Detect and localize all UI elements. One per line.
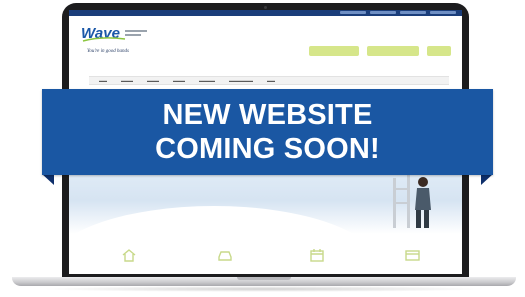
wave-logo-icon: Wave You're in good hands <box>81 25 147 54</box>
banner-fold-right <box>481 174 493 185</box>
calendar-icon[interactable] <box>309 248 325 262</box>
nav-item[interactable]: ▬▬ <box>267 78 275 83</box>
laptop-shadow <box>40 286 488 292</box>
topbar-link[interactable] <box>340 11 366 14</box>
banner-line-2: COMING SOON! <box>155 133 380 165</box>
webcam-icon <box>264 6 267 9</box>
topbar-link[interactable] <box>370 11 396 14</box>
topbar-link[interactable] <box>430 11 456 14</box>
site-topbar <box>69 10 462 16</box>
house-icon[interactable] <box>121 248 137 262</box>
header-button-open-account[interactable] <box>367 46 419 56</box>
nav-item[interactable]: ▬▬▬ <box>121 78 133 83</box>
hero-person-image <box>393 174 431 228</box>
header-button-apply[interactable] <box>427 46 451 56</box>
nav-item[interactable]: ▬▬▬ <box>147 78 159 83</box>
nav-item[interactable]: ▬▬▬ <box>173 78 185 83</box>
banner-fold-left <box>42 174 54 185</box>
car-icon[interactable] <box>217 248 233 262</box>
site-nav: ▬▬ ▬▬▬ ▬▬▬ ▬▬▬ ▬▬▬▬ ▬▬▬▬▬▬ ▬▬ <box>89 76 449 85</box>
card-icon[interactable] <box>405 248 421 262</box>
coming-soon-banner: NEW WEBSITE COMING SOON! <box>42 89 493 175</box>
banner-line-1: NEW WEBSITE <box>162 99 373 131</box>
topbar-links <box>340 11 456 14</box>
nav-item[interactable]: ▬▬▬▬▬▬ <box>229 78 253 83</box>
feature-icons-row <box>69 248 462 268</box>
header-button-online-banking[interactable] <box>309 46 359 56</box>
site-logo[interactable]: Wave You're in good hands <box>81 24 151 60</box>
topbar-link[interactable] <box>400 11 426 14</box>
laptop-base-notch <box>237 277 291 280</box>
nav-item[interactable]: ▬▬▬▬ <box>199 78 215 83</box>
nav-item[interactable]: ▬▬ <box>99 78 107 83</box>
laptop-base <box>12 277 516 286</box>
svg-text:You're in good hands: You're in good hands <box>87 49 129 54</box>
